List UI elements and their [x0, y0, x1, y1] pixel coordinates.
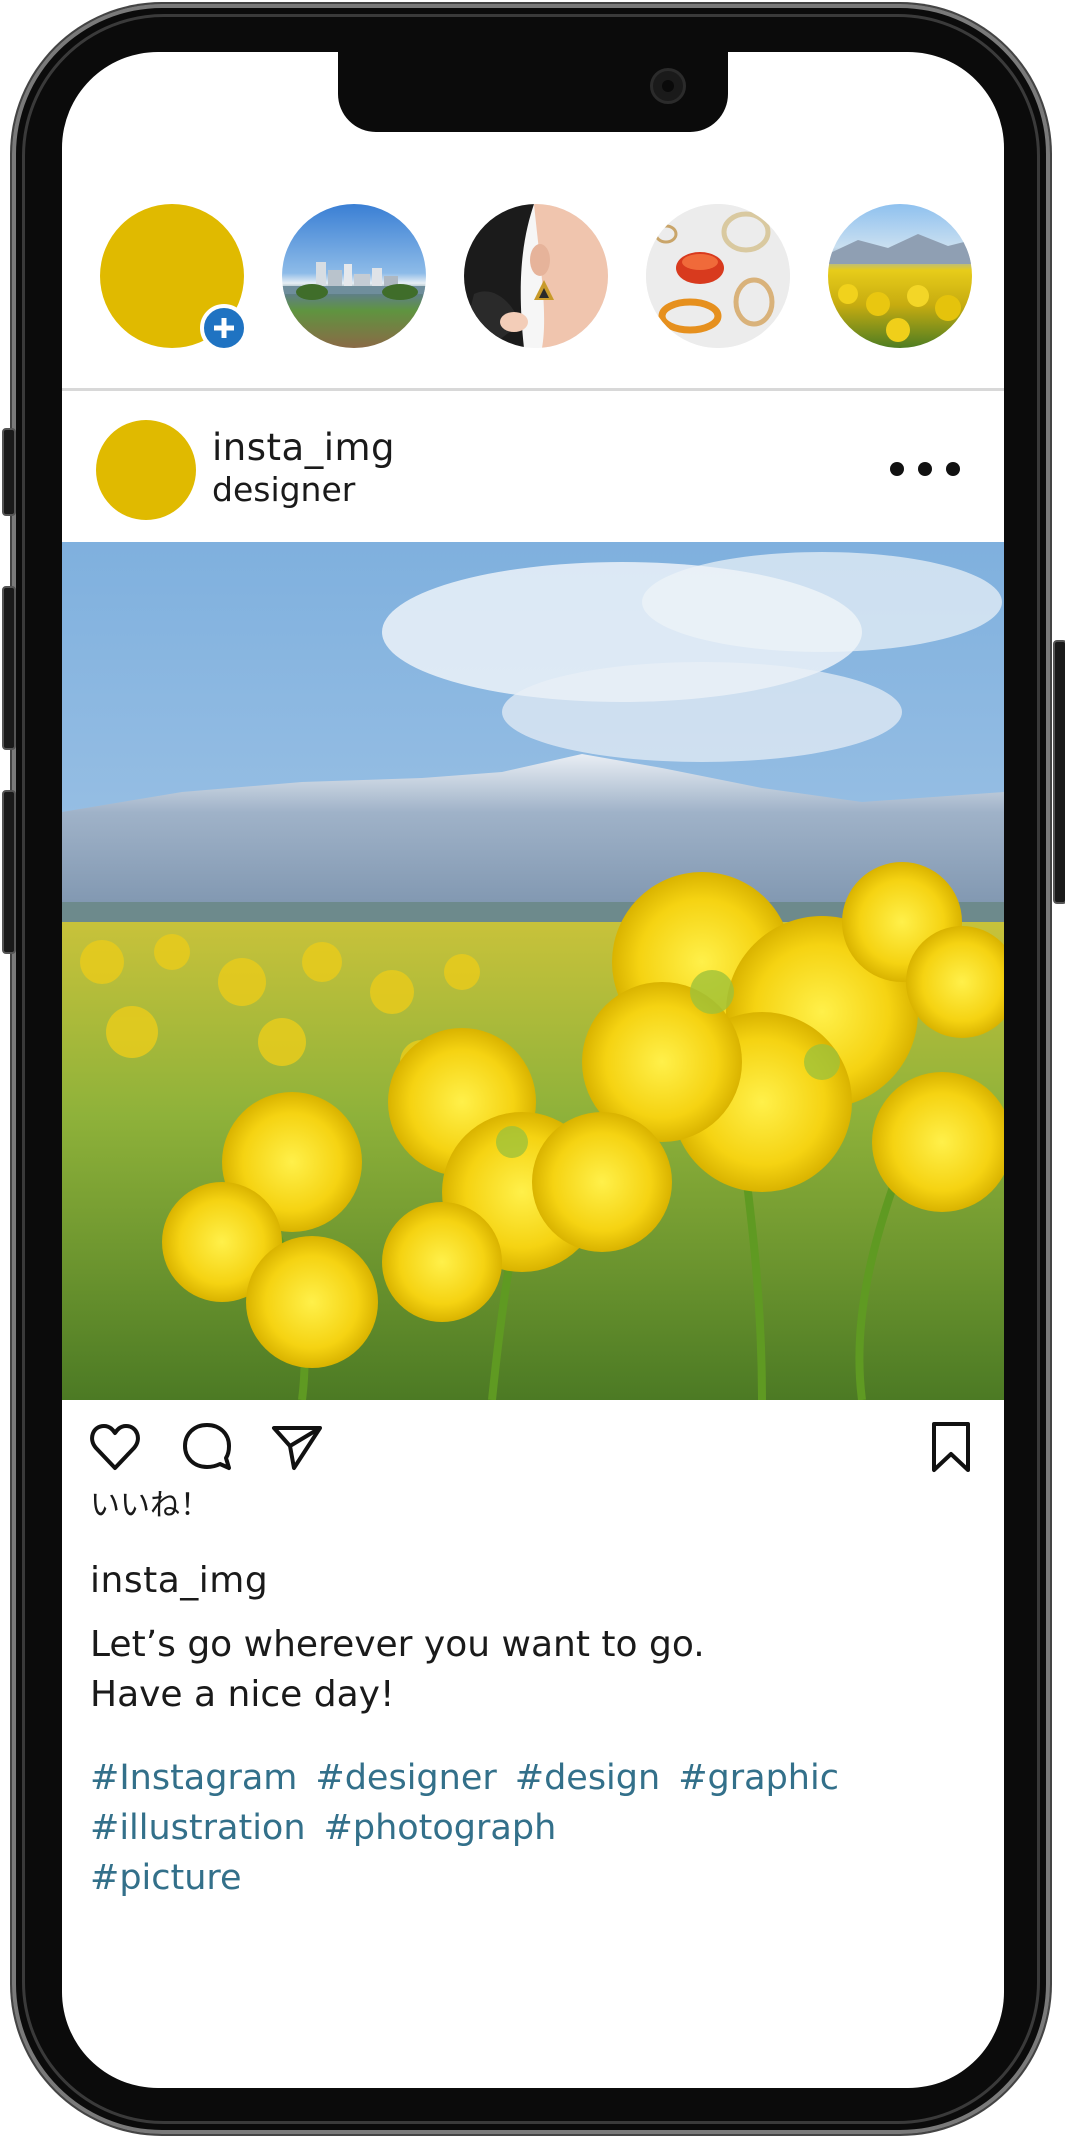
more-dots-icon[interactable]	[890, 454, 960, 484]
hashtag-link[interactable]: #design	[515, 1758, 660, 1798]
notch	[338, 52, 728, 132]
post-photo[interactable]	[62, 542, 1004, 1400]
earring-portrait-thumbnail	[464, 204, 608, 348]
hashtag-link[interactable]: #designer	[315, 1758, 496, 1798]
city-skyline-thumbnail	[282, 262, 426, 300]
post-subtitle: designer	[212, 470, 356, 509]
rings-and-bangles-thumbnail	[646, 204, 790, 348]
post-username[interactable]: insta_img	[212, 426, 395, 469]
hashtag-link[interactable]: #graphic	[678, 1758, 839, 1798]
heart-icon[interactable]	[88, 1420, 142, 1474]
power-button	[1053, 640, 1065, 904]
bookmark-icon[interactable]	[924, 1420, 978, 1474]
story-own[interactable]	[100, 204, 248, 352]
caption-line: Let’s go wherever you want to go.	[90, 1624, 705, 1665]
rapeseed-field-thumbnail	[828, 234, 972, 342]
volume-up-button	[2, 586, 16, 750]
send-icon[interactable]	[270, 1420, 324, 1474]
silent-switch	[2, 428, 16, 516]
hashtag-link[interactable]: #picture	[90, 1858, 242, 1898]
caption-line: Have a nice day!	[90, 1674, 395, 1715]
add-story-badge[interactable]	[200, 304, 248, 352]
story-rapeseed-field[interactable]	[828, 204, 972, 348]
hashtag-row: #picture	[90, 1858, 260, 1898]
rapeseed-flowers-photo	[62, 542, 1004, 1400]
hashtag-row: #illustration #photograph	[90, 1808, 574, 1848]
hashtag-link[interactable]: #illustration	[90, 1808, 306, 1848]
like-label: いいね！	[90, 1488, 210, 1523]
volume-down-button	[2, 790, 16, 954]
story-city-skyline[interactable]	[282, 204, 426, 348]
hashtag-link[interactable]: #photograph	[324, 1808, 557, 1848]
hashtag-row: #Instagram #designer #design #graphic	[90, 1758, 857, 1798]
plus-icon	[214, 318, 234, 338]
comment-icon[interactable]	[180, 1420, 234, 1474]
post-avatar[interactable]	[96, 420, 196, 520]
story-rings-and-bangles[interactable]	[646, 204, 790, 348]
story-earring-portrait[interactable]	[464, 204, 608, 348]
front-camera-icon	[650, 68, 686, 104]
hashtag-link[interactable]: #Instagram	[90, 1758, 297, 1798]
stories-divider	[62, 388, 1004, 391]
caption-username[interactable]: insta_img	[90, 1560, 268, 1601]
phone-screen: insta_img designer いいね！ insta_img Let’s …	[62, 52, 1004, 2088]
